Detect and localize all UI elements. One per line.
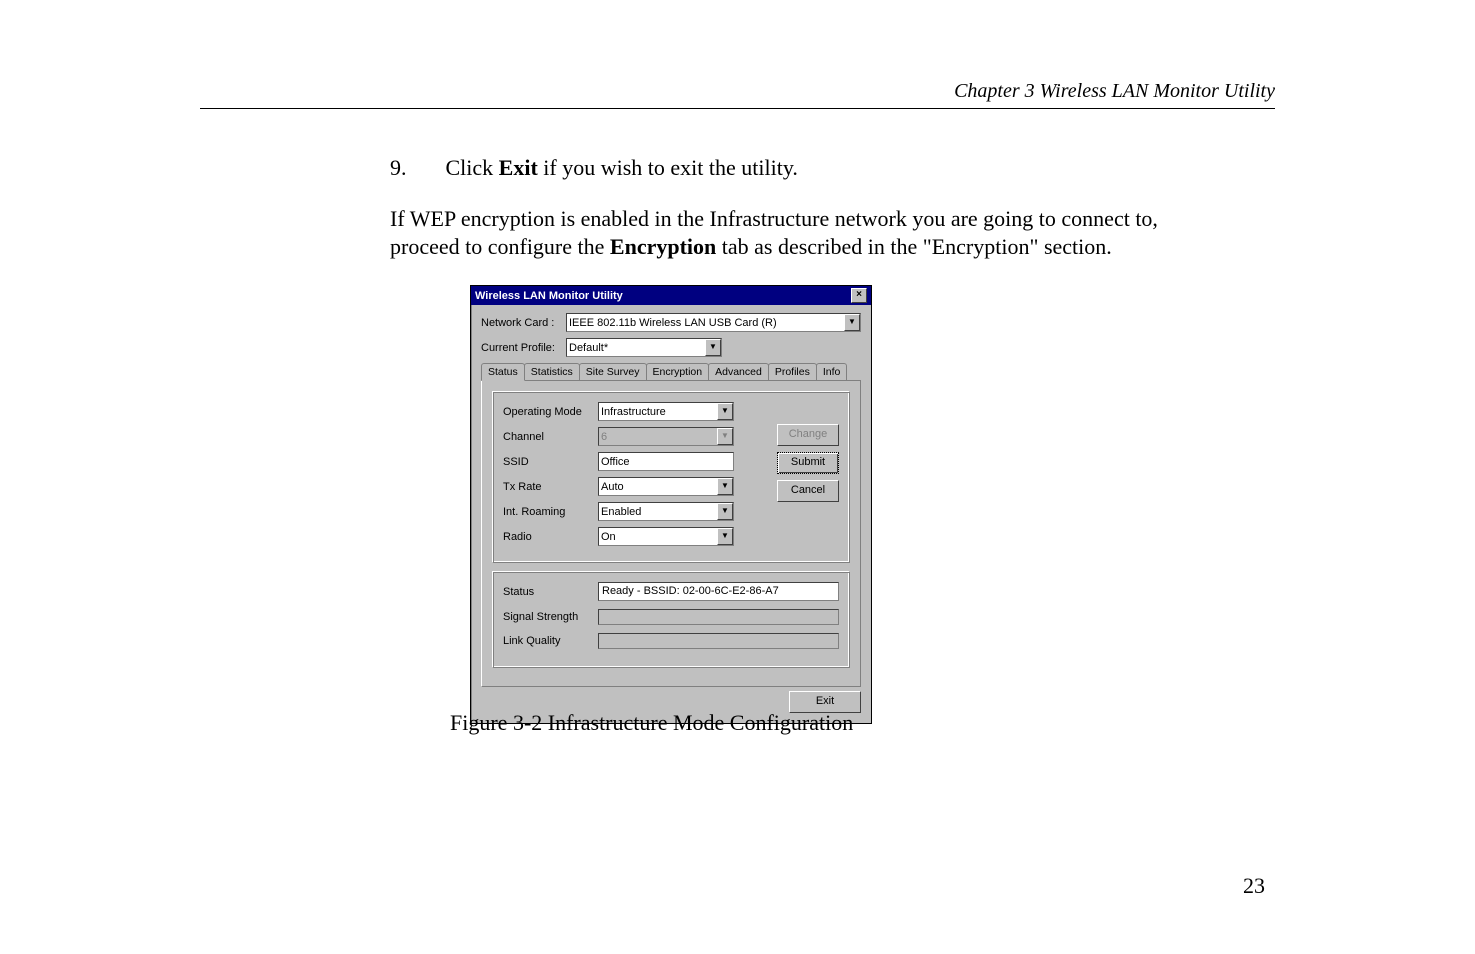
figure-wrapper: Wireless LAN Monitor Utility × Network C…	[470, 285, 872, 724]
step-text-prefix: Click	[446, 155, 499, 180]
para-line2c: tab as described in the "Encryption" sec…	[716, 234, 1112, 259]
body-paragraph: If WEP encryption is enabled in the Infr…	[390, 205, 1255, 260]
current-profile-select[interactable]: Default* ▼	[566, 338, 722, 357]
chevron-down-icon: ▼	[844, 314, 860, 331]
chevron-down-icon: ▼	[717, 478, 733, 495]
signal-strength-label: Signal Strength	[503, 611, 598, 623]
submit-button[interactable]: Submit	[777, 452, 839, 474]
tab-panel-status: Operating Mode Infrastructure ▼ Channel	[481, 381, 861, 687]
chevron-down-icon: ▼	[705, 339, 721, 356]
txrate-select[interactable]: Auto ▼	[598, 477, 734, 496]
operating-mode-select[interactable]: Infrastructure ▼	[598, 402, 734, 421]
txrate-label: Tx Rate	[503, 481, 598, 493]
para-line2a: proceed to configure the	[390, 234, 610, 259]
tab-site-survey[interactable]: Site Survey	[579, 363, 647, 380]
tab-advanced[interactable]: Advanced	[708, 363, 769, 380]
header-rule	[200, 108, 1275, 109]
cancel-button[interactable]: Cancel	[777, 480, 839, 502]
operating-mode-label: Operating Mode	[503, 406, 598, 418]
roaming-select[interactable]: Enabled ▼	[598, 502, 734, 521]
para-line1: If WEP encryption is enabled in the Infr…	[390, 206, 1158, 231]
settings-group: Operating Mode Infrastructure ▼ Channel	[492, 391, 850, 563]
tab-profiles[interactable]: Profiles	[768, 363, 817, 380]
signal-strength-bar	[598, 609, 839, 625]
chevron-down-icon: ▼	[717, 428, 733, 445]
step-text-bold: Exit	[499, 155, 538, 180]
radio-select[interactable]: On ▼	[598, 527, 734, 546]
dialog-window: Wireless LAN Monitor Utility × Network C…	[470, 285, 872, 724]
figure-caption: Figure 3-2 Infrastructure Mode Configura…	[450, 710, 853, 736]
network-card-value: IEEE 802.11b Wireless LAN USB Card (R)	[569, 317, 777, 329]
network-card-select[interactable]: IEEE 802.11b Wireless LAN USB Card (R) ▼	[566, 313, 861, 332]
network-card-label: Network Card :	[481, 317, 566, 329]
channel-value: 6	[601, 431, 607, 443]
current-profile-label: Current Profile:	[481, 342, 566, 354]
link-quality-bar	[598, 633, 839, 649]
channel-select: 6 ▼	[598, 427, 734, 446]
ssid-label: SSID	[503, 456, 598, 468]
txrate-value: Auto	[601, 481, 624, 493]
page-header: Chapter 3 Wireless LAN Monitor Utility	[954, 80, 1275, 103]
step-text-suffix: if you wish to exit the utility.	[538, 155, 798, 180]
channel-label: Channel	[503, 431, 598, 443]
chevron-down-icon: ▼	[717, 528, 733, 545]
para-line2b: Encryption	[610, 234, 716, 259]
tab-statistics[interactable]: Statistics	[524, 363, 580, 380]
link-quality-label: Link Quality	[503, 635, 598, 647]
current-profile-value: Default*	[569, 342, 608, 354]
page-number: 23	[1243, 873, 1265, 899]
close-button[interactable]: ×	[851, 288, 867, 303]
step-number: 9.	[390, 155, 440, 181]
tab-status[interactable]: Status	[481, 363, 525, 381]
radio-label: Radio	[503, 531, 598, 543]
chevron-down-icon: ▼	[717, 503, 733, 520]
titlebar: Wireless LAN Monitor Utility ×	[471, 286, 871, 305]
roaming-label: Int. Roaming	[503, 506, 598, 518]
status-group: Status Ready - BSSID: 02-00-6C-E2-86-A7 …	[492, 571, 850, 668]
status-value: Ready - BSSID: 02-00-6C-E2-86-A7	[598, 582, 839, 601]
operating-mode-value: Infrastructure	[601, 406, 666, 418]
ssid-value: Office	[601, 456, 630, 468]
tab-info[interactable]: Info	[816, 363, 848, 380]
ssid-input[interactable]: Office	[598, 452, 734, 471]
roaming-value: Enabled	[601, 506, 641, 518]
status-label: Status	[503, 586, 598, 598]
radio-value: On	[601, 531, 616, 543]
tab-encryption[interactable]: Encryption	[646, 363, 710, 380]
tab-strip: Status Statistics Site Survey Encryption…	[481, 363, 861, 381]
step-line: 9. Click Exit if you wish to exit the ut…	[390, 155, 798, 181]
change-button: Change	[777, 424, 839, 446]
chevron-down-icon: ▼	[717, 403, 733, 420]
dialog-title: Wireless LAN Monitor Utility	[475, 290, 623, 302]
